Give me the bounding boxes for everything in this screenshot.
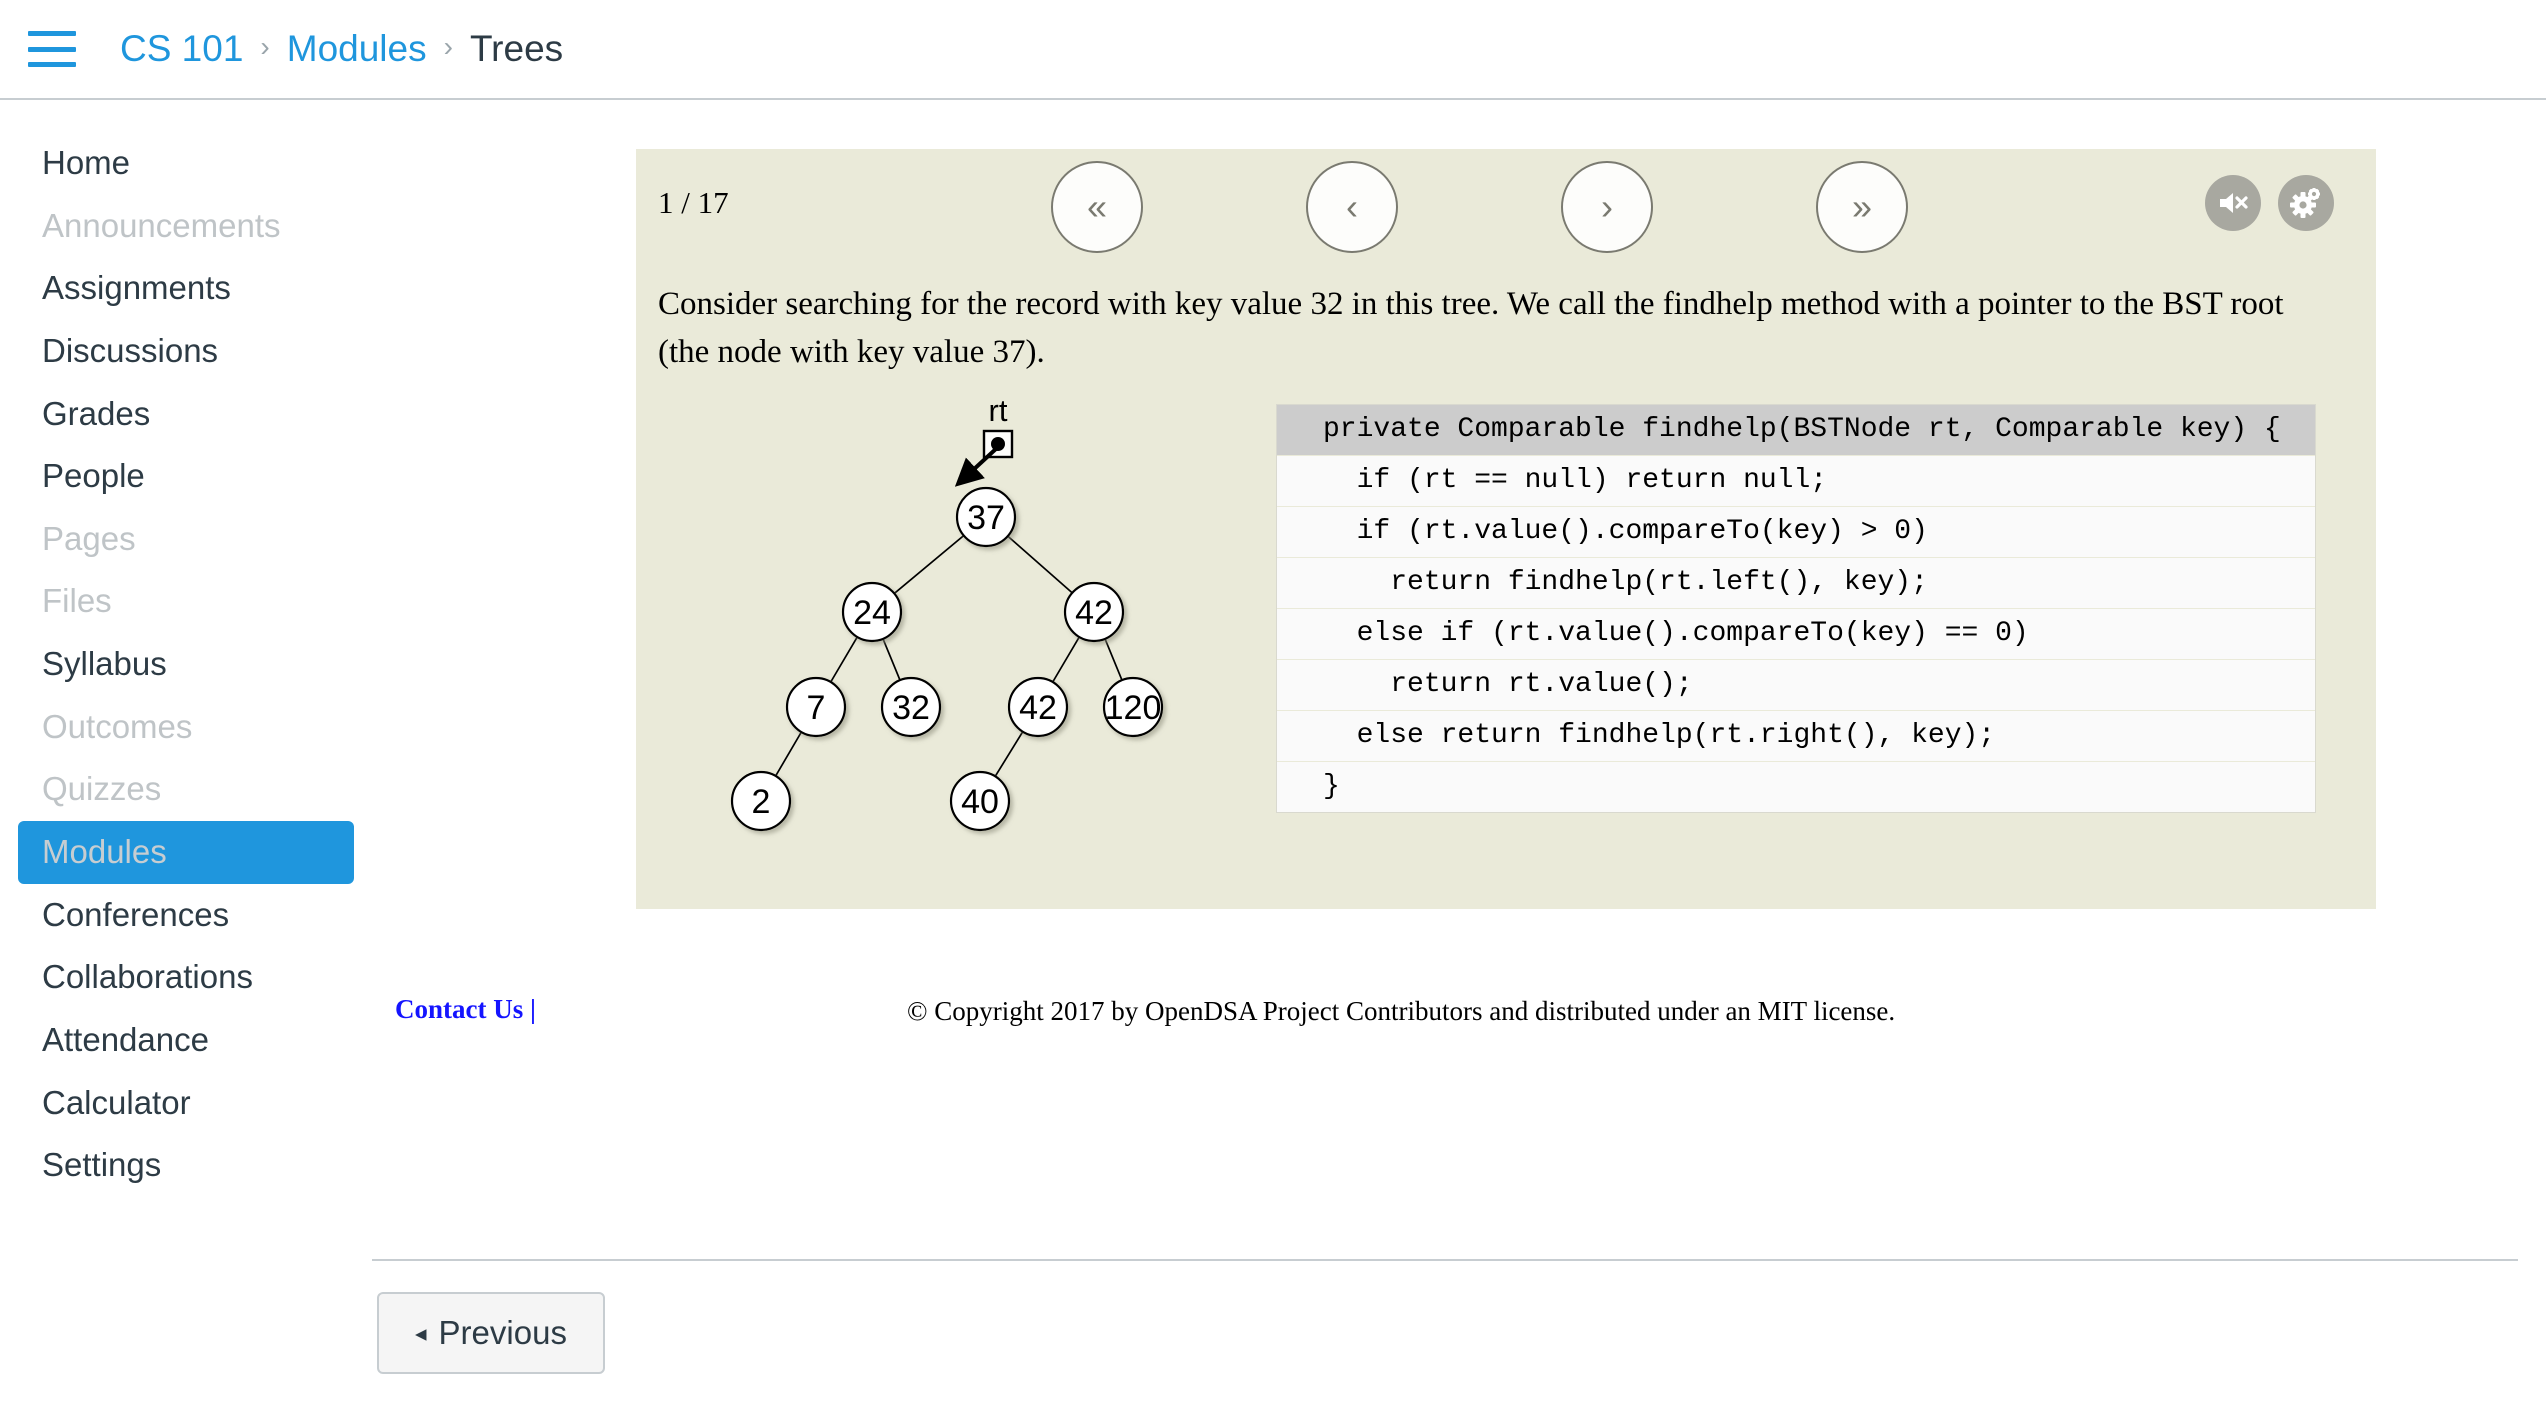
breadcrumb-item-course[interactable]: CS 101 <box>120 28 243 70</box>
tree-node[interactable]: 42 <box>1063 581 1125 643</box>
next-slide-button[interactable]: › <box>1561 161 1653 253</box>
sidebar-item-attendance[interactable]: Attendance <box>18 1009 354 1072</box>
sidebar-item-pages[interactable]: Pages <box>18 508 354 571</box>
breadcrumb-separator-icon: › <box>443 31 453 62</box>
sound-muted-icon[interactable] <box>2205 175 2261 231</box>
sidebar-item-grades[interactable]: Grades <box>18 383 354 446</box>
hamburger-line <box>28 62 76 67</box>
page-footer: Contact Us | © Copyright 2017 by OpenDSA… <box>372 982 2546 1042</box>
sidebar-item-conferences[interactable]: Conferences <box>18 884 354 947</box>
code-line: if (rt.value().compareTo(key) > 0) <box>1277 507 2315 558</box>
tree-node-value: 24 <box>853 594 891 632</box>
code-line: else if (rt.value().compareTo(key) == 0) <box>1277 609 2315 660</box>
caret-left-icon: ◂ <box>415 1319 427 1346</box>
previous-slide-button[interactable]: ‹ <box>1306 161 1398 253</box>
code-line: if (rt == null) return null; <box>1277 456 2315 507</box>
previous-page-label: Previous <box>438 1314 567 1351</box>
first-slide-button[interactable]: « <box>1051 161 1143 253</box>
tree-node[interactable]: 37 <box>955 486 1017 548</box>
sidebar-item-outcomes[interactable]: Outcomes <box>18 696 354 759</box>
tree-node[interactable]: 120 <box>1102 676 1164 738</box>
tree-node[interactable]: 24 <box>841 581 903 643</box>
code-line: } <box>1277 762 2315 812</box>
tree-node[interactable]: 32 <box>880 676 942 738</box>
exercise-narration-text: Consider searching for the record with k… <box>658 286 2284 370</box>
tree-node-value: 2 <box>752 783 771 821</box>
tree-node-value: 120 <box>1105 689 1162 727</box>
main-content: 1 / 17 « ‹ › » Consider searching for th… <box>372 102 2546 1408</box>
gears-settings-icon[interactable] <box>2278 175 2334 231</box>
binary-search-tree-diagram: rt 37 24 42 7 32 42 120 2 40 <box>646 393 1306 869</box>
tree-node[interactable]: 40 <box>949 770 1011 832</box>
copyright-text: © Copyright 2017 by OpenDSA Project Cont… <box>907 996 1896 1026</box>
root-pointer-label: rt <box>989 399 1008 428</box>
last-slide-button[interactable]: » <box>1816 161 1908 253</box>
tree-node[interactable]: 2 <box>730 770 792 832</box>
sidebar-item-syllabus[interactable]: Syllabus <box>18 633 354 696</box>
tree-node-value: 42 <box>1075 594 1113 632</box>
hamburger-line <box>28 31 76 36</box>
tree-svg: rt 37 24 42 7 32 42 120 2 40 <box>730 393 1164 832</box>
sidebar-item-quizzes[interactable]: Quizzes <box>18 758 354 821</box>
pager-divider <box>372 1259 2518 1261</box>
breadcrumb-item-modules[interactable]: Modules <box>287 28 427 70</box>
code-line: else return findhelp(rt.right(), key); <box>1277 711 2315 762</box>
sidebar-item-modules[interactable]: Modules <box>18 821 354 884</box>
tree-nodes: 37 24 42 7 32 42 120 2 40 <box>730 486 1164 832</box>
sidebar-item-collaborations[interactable]: Collaborations <box>18 946 354 1009</box>
sidebar-item-settings[interactable]: Settings <box>18 1134 354 1197</box>
root-pointer-arrow <box>954 445 1000 487</box>
tree-node[interactable]: 7 <box>785 676 847 738</box>
code-line: private Comparable findhelp(BSTNode rt, … <box>1277 405 2315 456</box>
sidebar-item-assignments[interactable]: Assignments <box>18 257 354 320</box>
sidebar-item-people[interactable]: People <box>18 445 354 508</box>
code-line: return rt.value(); <box>1277 660 2315 711</box>
breadcrumb-item-current: Trees <box>469 28 564 69</box>
code-display: private Comparable findhelp(BSTNode rt, … <box>1276 404 2316 813</box>
hamburger-menu-icon[interactable] <box>28 31 76 67</box>
tree-edges <box>760 516 1134 802</box>
tree-node-value: 40 <box>961 783 999 821</box>
sidebar-item-discussions[interactable]: Discussions <box>18 320 354 383</box>
sidebar-item-home[interactable]: Home <box>18 132 354 195</box>
previous-page-button[interactable]: ◂ Previous <box>377 1292 605 1374</box>
sidebar-item-announcements[interactable]: Announcements <box>18 195 354 258</box>
contact-us-link[interactable]: Contact Us | <box>395 994 536 1025</box>
av-exercise-panel: 1 / 17 « ‹ › » Consider searching for th… <box>636 149 2376 909</box>
tree-node-value: 32 <box>892 689 930 727</box>
sidebar-item-files[interactable]: Files <box>18 570 354 633</box>
course-navigation-sidebar: Home Announcements Assignments Discussio… <box>0 102 372 1197</box>
tree-node-value: 42 <box>1019 689 1057 727</box>
breadcrumb-separator-icon: › <box>260 31 270 62</box>
hamburger-line <box>28 46 76 52</box>
sidebar-item-calculator[interactable]: Calculator <box>18 1072 354 1135</box>
tree-node-value: 7 <box>807 689 826 727</box>
breadcrumb: CS 101 › Modules › Trees <box>120 28 563 70</box>
code-line: return findhelp(rt.left(), key); <box>1277 558 2315 609</box>
slide-counter: 1 / 17 <box>658 185 729 220</box>
av-toolbar: 1 / 17 « ‹ › » <box>636 149 2376 267</box>
tree-node-value: 37 <box>967 499 1005 537</box>
tree-node[interactable]: 42 <box>1007 676 1069 738</box>
top-header-bar: CS 101 › Modules › Trees <box>0 0 2546 100</box>
